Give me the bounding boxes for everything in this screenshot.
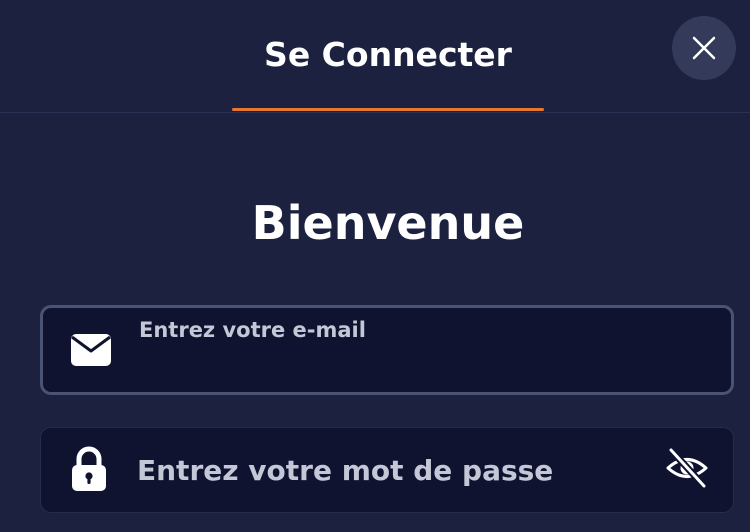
close-icon <box>692 36 716 60</box>
password-visibility-toggle[interactable] <box>663 446 711 490</box>
tab-login[interactable]: Se Connecter <box>232 0 544 110</box>
lock-icon <box>69 446 109 492</box>
tab-login-label: Se Connecter <box>264 34 512 74</box>
eye-slash-icon <box>666 447 708 489</box>
login-modal: Se Connecter Bienvenue Entrez votre e-ma… <box>0 0 750 532</box>
email-input[interactable] <box>139 350 699 386</box>
active-tab-indicator <box>232 108 544 111</box>
tab-header: Se Connecter <box>0 0 750 113</box>
email-field[interactable]: Entrez votre e-mail <box>40 305 734 395</box>
welcome-title: Bienvenue <box>251 196 525 250</box>
email-label: Entrez votre e-mail <box>139 318 366 342</box>
password-input[interactable] <box>137 448 647 492</box>
close-button[interactable] <box>672 16 736 80</box>
password-field[interactable] <box>40 427 734 513</box>
envelope-icon <box>70 333 112 367</box>
